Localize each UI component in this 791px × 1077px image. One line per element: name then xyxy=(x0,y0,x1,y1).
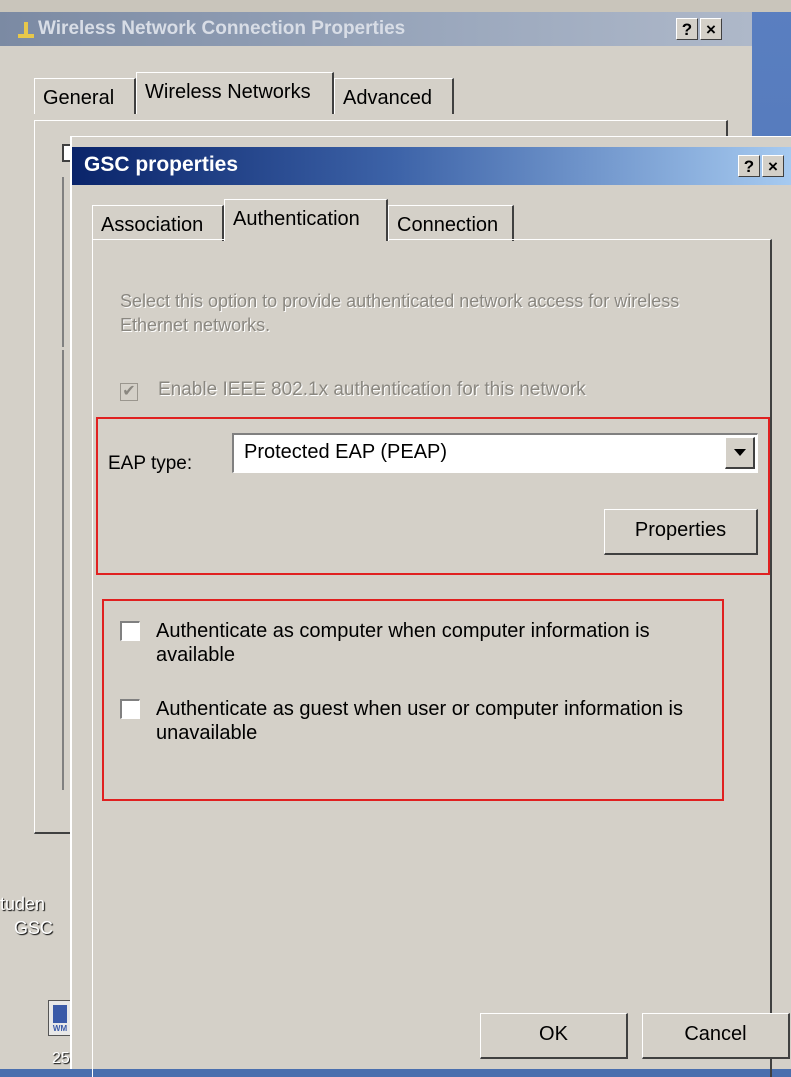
back-title-bar[interactable]: Wireless Network Connection Properties ?… xyxy=(0,12,752,46)
desktop-icon-caption: WM xyxy=(52,1024,68,1033)
eap-properties-button[interactable]: Properties xyxy=(604,509,758,555)
authenticate-as-computer-label: Authenticate as computer when computer i… xyxy=(156,620,650,666)
enable-8021x-checkbox[interactable]: ✔ xyxy=(120,383,138,401)
chevron-down-icon[interactable] xyxy=(725,437,755,469)
authentication-description: Select this option to provide authentica… xyxy=(120,291,680,335)
back-close-button[interactable]: × xyxy=(700,18,722,40)
tab-connection[interactable]: Connection xyxy=(388,205,514,241)
back-group-edge xyxy=(62,177,64,347)
tab-advanced[interactable]: Advanced xyxy=(334,78,454,114)
back-help-button[interactable]: ? xyxy=(676,18,698,40)
desktop-label: GSC xyxy=(14,918,54,938)
back-group-edge xyxy=(62,350,64,790)
eap-type-dropdown[interactable]: Protected EAP (PEAP) xyxy=(232,433,758,473)
gsc-properties-dialog: GSC properties ? × Association Authentic… xyxy=(70,136,791,1077)
authenticate-as-guest-label: Authenticate as guest when user or compu… xyxy=(156,698,683,744)
close-button[interactable]: × xyxy=(762,155,784,177)
authenticate-as-guest-checkbox[interactable] xyxy=(120,699,140,719)
tab-association[interactable]: Association xyxy=(92,205,224,241)
eap-type-label: EAP type: xyxy=(108,453,193,474)
network-icon xyxy=(18,22,34,38)
enable-8021x-label: Enable IEEE 802.1x authentication for th… xyxy=(158,379,586,400)
cancel-button[interactable]: Cancel xyxy=(642,1013,790,1059)
ok-button[interactable]: OK xyxy=(480,1013,628,1059)
dialog-title-bar[interactable]: GSC properties ? × xyxy=(72,147,791,185)
desktop-label: tuden xyxy=(0,894,46,914)
tab-general[interactable]: General xyxy=(34,78,136,114)
authenticate-as-computer-checkbox[interactable] xyxy=(120,621,140,641)
back-window-title: Wireless Network Connection Properties xyxy=(38,18,406,39)
desktop-icon-label: 25 xyxy=(52,1050,70,1067)
tab-authentication[interactable]: Authentication xyxy=(224,199,388,241)
tab-wireless-networks[interactable]: Wireless Networks xyxy=(136,72,334,114)
eap-type-value: Protected EAP (PEAP) xyxy=(244,441,448,463)
help-button[interactable]: ? xyxy=(738,155,760,177)
desktop-strip xyxy=(0,0,791,12)
dialog-title: GSC properties xyxy=(84,153,239,176)
desktop-file-icon[interactable]: WM xyxy=(48,1000,72,1036)
